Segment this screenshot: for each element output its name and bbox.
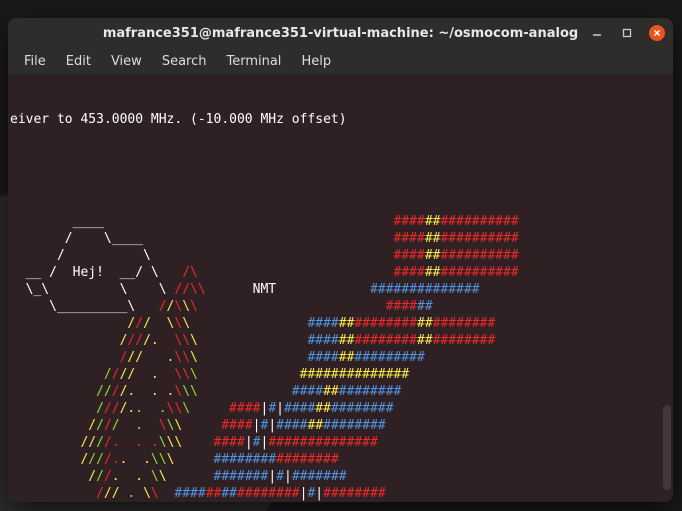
ascii-row: ////.. .\\\ ####|#|############## — [10, 400, 673, 417]
ascii-row: / \ ################ — [10, 247, 673, 264]
menu-help[interactable]: Help — [291, 51, 341, 72]
menu-file[interactable]: File — [14, 51, 56, 72]
ascii-row: ////. . .\\\ ############## — [10, 383, 673, 400]
ascii-row: ////.. .\\\ ################ — [10, 451, 673, 468]
menu-view[interactable]: View — [101, 51, 152, 72]
window-titlebar[interactable]: mafrance351@mafrance351-virtual-machine:… — [8, 18, 673, 48]
blank-line — [10, 162, 673, 179]
status-line: eiver to 453.0000 MHz. (-10.000 MHz offs… — [10, 111, 673, 128]
desktop-background: mafrance351@mafrance351-virtual-machine:… — [0, 0, 682, 511]
ascii-row: \_\ \ \ //\\ NMT ############## — [10, 281, 673, 298]
window-title: mafrance351@mafrance351-virtual-machine:… — [103, 26, 578, 41]
menu-terminal[interactable]: Terminal — [216, 51, 291, 72]
ascii-banner: ____ ################ / \____ ##########… — [10, 213, 673, 502]
scrollbar-thumb[interactable] — [663, 405, 671, 490]
ascii-row: ____ ################ — [10, 213, 673, 230]
ascii-row: /// . \\ ################|#|######## — [10, 485, 673, 502]
maximize-button[interactable] — [619, 25, 635, 41]
close-button[interactable] — [649, 25, 665, 41]
ascii-row: /// .\\\ ############### — [10, 349, 673, 366]
terminal-window: mafrance351@mafrance351-virtual-machine:… — [8, 18, 673, 502]
ascii-row: \_________\ //\\\ ###### — [10, 298, 673, 315]
menu-edit[interactable]: Edit — [56, 51, 101, 72]
minimize-button[interactable] — [589, 25, 605, 41]
ascii-row: /// \\\ ######################## — [10, 315, 673, 332]
ascii-row: ////. . .\\\ ####|#|############## — [10, 434, 673, 451]
ascii-row: //// . \\\ ############## — [10, 366, 673, 383]
window-controls — [589, 18, 665, 48]
ascii-row: __ / Hej! __/ \ /\ ################ — [10, 264, 673, 281]
ascii-row: //// . \\\ ####|#|############## — [10, 417, 673, 434]
ascii-row: ////. \\\ ######################## — [10, 332, 673, 349]
menubar: File Edit View Search Terminal Help — [8, 48, 673, 75]
ascii-row: ///. . \\ #######|#|####### — [10, 468, 673, 485]
ascii-row: / \____ ################ — [10, 230, 673, 247]
terminal-viewport[interactable]: eiver to 453.0000 MHz. (-10.000 MHz offs… — [8, 75, 673, 502]
menu-search[interactable]: Search — [152, 51, 217, 72]
